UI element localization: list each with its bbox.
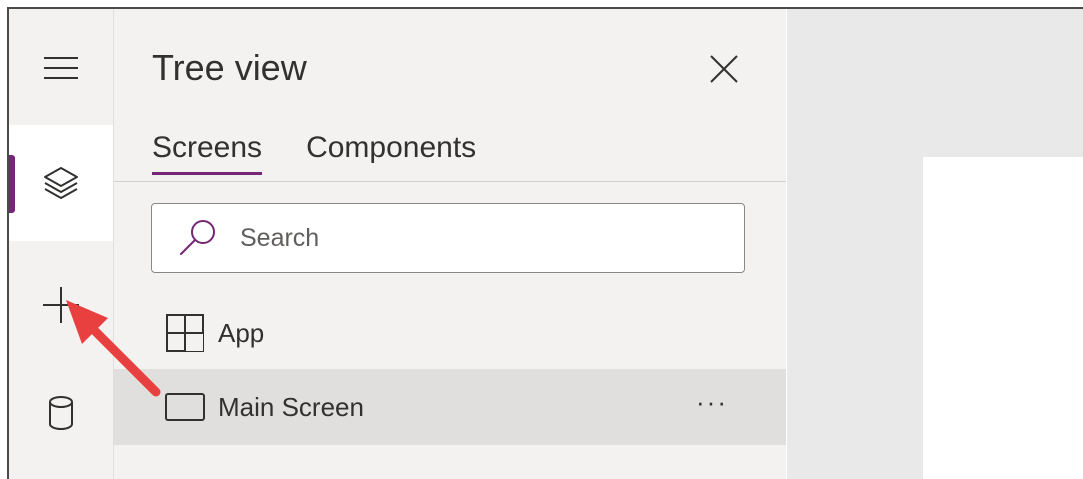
tree-item-label: Main Screen	[218, 391, 364, 422]
insert-button[interactable]	[9, 265, 113, 345]
tab-bar: Screens Components	[152, 131, 520, 175]
tree-item-app[interactable]: App	[114, 295, 786, 371]
plus-icon	[43, 287, 79, 323]
tree-item-label: App	[218, 317, 265, 348]
database-icon	[49, 396, 73, 430]
search-icon	[176, 216, 220, 260]
left-rail	[9, 9, 114, 479]
tabs-divider	[114, 181, 786, 182]
hamburger-menu-button[interactable]	[9, 33, 113, 103]
screen-icon	[164, 386, 206, 428]
panel-title: Tree view	[152, 47, 307, 88]
hamburger-icon	[44, 57, 78, 79]
layers-icon	[44, 167, 78, 199]
tree-view-panel: Tree view Screens Components Search App …	[114, 9, 786, 479]
app-window: Tree view Screens Components Search App …	[7, 7, 1083, 479]
search-input[interactable]	[238, 222, 682, 254]
tree-view-button[interactable]	[9, 125, 113, 241]
screen-canvas[interactable]	[923, 157, 1083, 479]
more-options-button[interactable]: ···	[696, 387, 728, 418]
close-icon	[710, 55, 738, 83]
data-button[interactable]	[9, 373, 113, 453]
close-button[interactable]	[706, 51, 742, 87]
tree-item-main-screen[interactable]: Main Screen ···	[114, 369, 786, 445]
tab-screens[interactable]: Screens	[152, 131, 263, 175]
tab-components[interactable]: Components	[306, 131, 476, 175]
canvas-area	[787, 9, 1083, 479]
search-box[interactable]	[151, 203, 745, 273]
active-indicator	[9, 155, 15, 213]
app-grid-icon	[164, 312, 206, 354]
